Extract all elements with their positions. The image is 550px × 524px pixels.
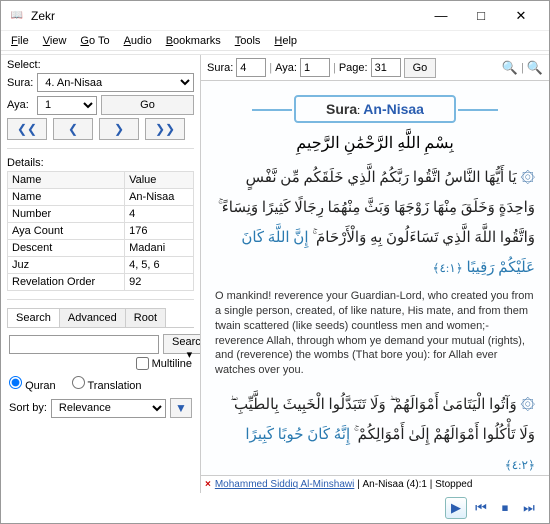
tab-root[interactable]: Root: [125, 308, 166, 327]
nav-prev-button[interactable]: ❮: [53, 118, 93, 140]
zoom-icon[interactable]: 🔍: [527, 60, 543, 76]
multiline-label: Multiline: [152, 358, 192, 370]
search-button[interactable]: Search ▾: [163, 334, 201, 354]
details-table: NameValue NameAn-Nisaa Number4 Aya Count…: [7, 171, 194, 291]
menu-tools[interactable]: Tools: [229, 33, 267, 49]
tab-search[interactable]: Search: [7, 308, 60, 327]
menubar: File View Go To Audio Bookmarks Tools He…: [1, 31, 549, 51]
content-area: Sura: An-Nisaa بِسْمِ اللَّهِ الرَّحْمَٰ…: [201, 81, 549, 475]
verse-2-arabic: ۞ وَآتُوا الْيَتَامَىٰ أَمْوَالَهُمْ ۖ و…: [215, 390, 535, 475]
close-button[interactable]: ✕: [501, 4, 541, 28]
window-title: Zekr: [31, 9, 421, 23]
menu-bookmarks[interactable]: Bookmarks: [160, 33, 227, 49]
prev-track-button[interactable]: ⏮: [471, 498, 491, 518]
sortby-label: Sort by:: [9, 402, 47, 414]
r-aya-label: Aya:: [275, 62, 297, 74]
nav-first-button[interactable]: ❮❮: [7, 118, 47, 140]
search-icon[interactable]: 🔍: [502, 60, 518, 76]
stop-button[interactable]: ⏹: [495, 498, 515, 518]
next-track-button[interactable]: ⏭: [519, 498, 539, 518]
aya-label: Aya:: [7, 99, 33, 111]
reciter-link[interactable]: Mohammed Siddiq Al-Minshawi: [215, 479, 355, 490]
search-input[interactable]: [9, 335, 159, 354]
details-label: Details:: [7, 157, 194, 169]
r-go-button[interactable]: Go: [404, 58, 437, 78]
r-aya-input[interactable]: [300, 58, 330, 77]
sura-label: Sura:: [7, 77, 33, 89]
nav-next-button[interactable]: ❯: [99, 118, 139, 140]
multiline-checkbox[interactable]: [136, 357, 149, 370]
status-close-icon[interactable]: ×: [205, 479, 211, 490]
play-button[interactable]: ▶: [445, 497, 467, 519]
verse-1-arabic: ۞ يَا أَيُّهَا النَّاسُ اتَّقُوا رَبَّكُ…: [215, 163, 535, 283]
select-label: Select:: [7, 59, 194, 71]
app-icon: 📖: [9, 8, 25, 24]
maximize-button[interactable]: □: [461, 4, 501, 28]
menu-view[interactable]: View: [37, 33, 73, 49]
sortby-select[interactable]: Relevance: [51, 399, 166, 418]
menu-file[interactable]: File: [5, 33, 35, 49]
nav-last-button[interactable]: ❯❯: [145, 118, 185, 140]
statusbar: × Mohammed Siddiq Al-Minshawi | An-Nisaa…: [201, 475, 549, 493]
menu-goto[interactable]: Go To: [74, 33, 115, 49]
r-sura-label: Sura:: [207, 62, 233, 74]
sura-select[interactable]: 4. An-Nisaa: [37, 73, 194, 92]
sura-name: An-Nisaa: [363, 101, 424, 117]
r-sura-input[interactable]: [236, 58, 266, 77]
menu-help[interactable]: Help: [268, 33, 303, 49]
tab-advanced[interactable]: Advanced: [59, 308, 126, 327]
menu-audio[interactable]: Audio: [118, 33, 158, 49]
verse-1-translation: O mankind! reverence your Guardian-Lord,…: [215, 289, 535, 378]
radio-translation[interactable]: Translation: [72, 376, 142, 392]
minimize-button[interactable]: ―: [421, 4, 461, 28]
bismillah: بِسْمِ اللَّهِ الرَّحْمَٰنِ الرَّحِيمِ: [215, 133, 535, 153]
sort-dir-button[interactable]: ▼: [170, 398, 192, 418]
r-page-label: Page:: [339, 62, 368, 74]
aya-select[interactable]: 1: [37, 96, 97, 115]
go-button[interactable]: Go: [101, 95, 194, 115]
radio-quran[interactable]: Quran: [9, 376, 56, 392]
r-page-input[interactable]: [371, 58, 401, 77]
